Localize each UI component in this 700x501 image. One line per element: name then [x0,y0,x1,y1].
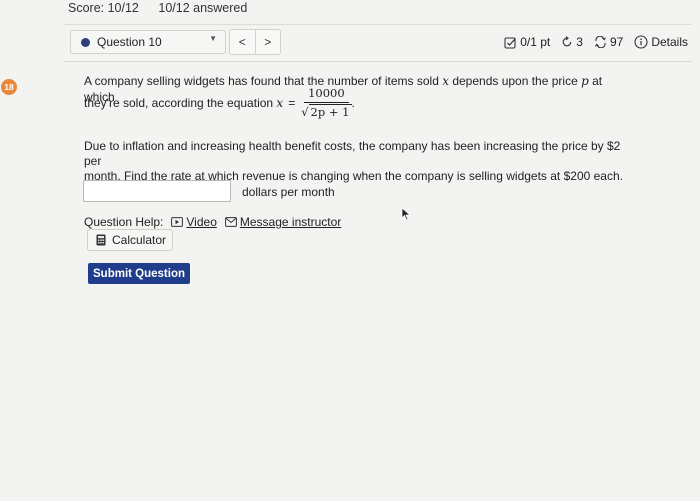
video-icon [171,217,184,227]
attempts-icon [594,36,606,48]
video-link[interactable]: Video [171,215,217,229]
next-question-button[interactable]: > [256,30,281,54]
variable-x: x [442,74,449,88]
question-nav-group: < > [229,29,281,55]
question-text: Due to inflation and increasing health b… [84,139,621,168]
calculator-label: Calculator [112,233,167,247]
question-help-label: Question Help: [84,215,164,229]
variable-p: p [581,74,589,88]
submit-question-button[interactable]: Submit Question [88,263,190,284]
equation-denominator: √ 2p + 1 [301,103,352,119]
equation-numerator: 10000 [304,86,349,103]
answer-units: dollars per month [242,185,335,199]
radicand: 2p + 1 [308,104,352,119]
answer-input[interactable] [83,180,231,202]
prev-question-button[interactable]: < [230,30,256,54]
equation-fraction: 10000 √ 2p + 1 [301,86,352,119]
mail-icon [224,217,237,227]
mouse-cursor-icon [401,207,412,221]
question-help: Question Help: Video Message instructor [84,215,341,229]
checkbox-edit-icon [504,36,517,49]
points-text: 0/1 pt [520,35,551,49]
equation-period: . [351,95,355,110]
sqrt-symbol: √ [301,105,309,119]
question-select[interactable]: Question 10 ▼ [70,30,226,54]
calculator-button[interactable]: Calculator [87,229,173,251]
info-icon [634,35,648,49]
question-count-badge[interactable]: 18 [1,79,17,95]
question-paragraph-2: Due to inflation and increasing health b… [84,139,624,184]
question-status-dot [81,37,90,47]
score-bar: Score: 10/12 10/12 answered [68,1,263,15]
equation-variable: x [276,95,284,110]
question-select-label: Question 10 [97,35,162,49]
video-link-label: Video [186,215,217,229]
message-instructor-link[interactable]: Message instructor [224,215,342,229]
equation-equals: = [288,95,296,110]
chevron-down-icon: ▼ [209,34,217,43]
calculator-icon [96,234,106,246]
score-text: Score: 10/12 [68,1,139,15]
question-text-part: depends upon the price [448,74,582,88]
question-status: 0/1 pt 3 97 Details [504,35,688,49]
details-button[interactable]: Details [634,35,688,49]
attempts-text: 97 [609,35,624,49]
details-label: Details [651,35,688,49]
header-divider [64,61,692,62]
retry-icon [562,36,572,47]
top-divider [64,24,692,25]
retries-text: 3 [576,35,583,49]
answered-text: 10/12 answered [158,1,248,15]
message-instructor-label: Message instructor [239,215,342,229]
question-equation-line: they're sold, according the equation x =… [84,86,355,119]
question-text-line2: they're sold, according the equation [84,95,277,110]
